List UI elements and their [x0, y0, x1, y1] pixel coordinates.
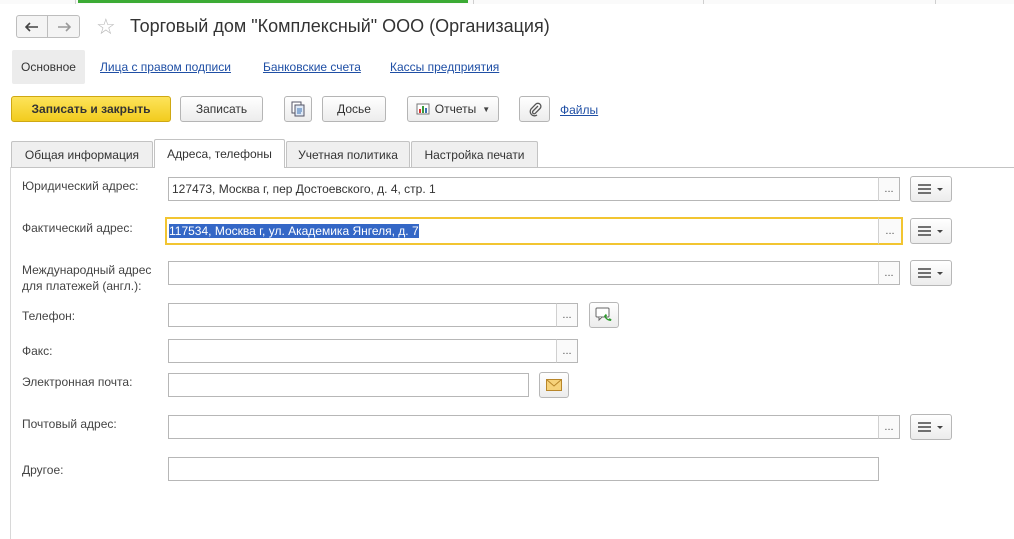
files-link[interactable]: Файлы: [560, 103, 598, 117]
arrow-left-icon: [25, 21, 38, 32]
dossier-button[interactable]: Досье: [322, 96, 386, 122]
tab-separator: [75, 0, 76, 4]
other-field[interactable]: [168, 457, 879, 481]
intl-address-select-button[interactable]: ...: [878, 261, 900, 285]
attach-files-button[interactable]: [519, 96, 550, 122]
other-label: Другое:: [22, 463, 64, 477]
postal-address-field[interactable]: [168, 415, 879, 439]
actual-address-menu-button[interactable]: [910, 218, 952, 244]
tab-separator: [703, 0, 704, 4]
legal-address-field[interactable]: 127473, Москва г, пер Достоевского, д. 4…: [168, 177, 879, 201]
back-button[interactable]: [16, 15, 48, 38]
fax-label: Факс:: [22, 344, 53, 358]
legal-address-menu-button[interactable]: [910, 176, 952, 202]
save-and-close-button[interactable]: Записать и закрыть: [11, 96, 171, 122]
actual-address-value: 117534, Москва г, ул. Академика Янгеля, …: [169, 224, 419, 238]
window-tab-strip: [0, 0, 1014, 4]
link-cash-desks[interactable]: Кассы предприятия: [390, 60, 499, 74]
tab-panel-border: [10, 167, 11, 539]
intl-address-menu-button[interactable]: [910, 260, 952, 286]
hamburger-menu-icon: [918, 184, 943, 194]
intl-address-field[interactable]: [168, 261, 879, 285]
bar-chart-icon: [416, 103, 430, 115]
save-button[interactable]: Записать: [180, 96, 263, 122]
link-bank-accounts[interactable]: Банковские счета: [263, 60, 361, 74]
actual-address-field[interactable]: 117534, Москва г, ул. Академика Янгеля, …: [165, 217, 881, 245]
actual-address-label: Фактический адрес:: [22, 221, 133, 235]
tab-print-settings[interactable]: Настройка печати: [411, 141, 538, 167]
email-field[interactable]: [168, 373, 529, 397]
postal-address-label: Почтовый адрес:: [22, 417, 117, 431]
hamburger-menu-icon: [918, 226, 943, 236]
fax-select-button[interactable]: ...: [556, 339, 578, 363]
window-title: Торговый дом "Комплексный" ООО (Организа…: [130, 16, 550, 36]
email-label: Электронная почта:: [22, 375, 133, 389]
tab-separator: [473, 0, 474, 4]
reports-label: Отчеты: [434, 102, 477, 116]
tab-general-info[interactable]: Общая информация: [11, 141, 153, 167]
phone-select-button[interactable]: ...: [556, 303, 578, 327]
phone-call-icon: [595, 307, 612, 322]
tab-addresses-phones[interactable]: Адреса, телефоны: [154, 139, 285, 167]
paperclip-icon: [529, 102, 542, 117]
link-signatories[interactable]: Лица с правом подписи: [100, 60, 231, 74]
tab-separator: [935, 0, 936, 4]
fax-field[interactable]: [168, 339, 557, 363]
hamburger-menu-icon: [918, 268, 943, 278]
arrow-right-icon: [57, 21, 71, 32]
star-icon[interactable]: ☆: [96, 16, 116, 38]
document-copy-icon: [291, 101, 305, 117]
active-tab-gap: [155, 166, 284, 168]
postal-address-menu-button[interactable]: [910, 414, 952, 440]
legal-address-label: Юридический адрес:: [22, 179, 139, 193]
forward-button[interactable]: [48, 15, 80, 38]
envelope-icon: [546, 379, 562, 391]
active-window-indicator: [78, 0, 468, 3]
tab-accounting-policy[interactable]: Учетная политика: [286, 141, 410, 167]
call-button[interactable]: [589, 302, 619, 328]
hamburger-menu-icon: [918, 422, 943, 432]
copy-document-button[interactable]: [284, 96, 312, 122]
panel-tab-main[interactable]: Основное: [12, 50, 85, 84]
intl-address-label: Международный адрес для платежей (англ.)…: [22, 263, 152, 293]
chevron-down-icon: ▼: [482, 104, 491, 114]
postal-address-select-button[interactable]: ...: [878, 415, 900, 439]
legal-address-select-button[interactable]: ...: [878, 177, 900, 201]
actual-address-select-button[interactable]: ...: [878, 217, 903, 245]
phone-field[interactable]: [168, 303, 557, 327]
reports-button[interactable]: Отчеты ▼: [407, 96, 499, 122]
send-email-button[interactable]: [539, 372, 569, 398]
phone-label: Телефон:: [22, 309, 76, 323]
